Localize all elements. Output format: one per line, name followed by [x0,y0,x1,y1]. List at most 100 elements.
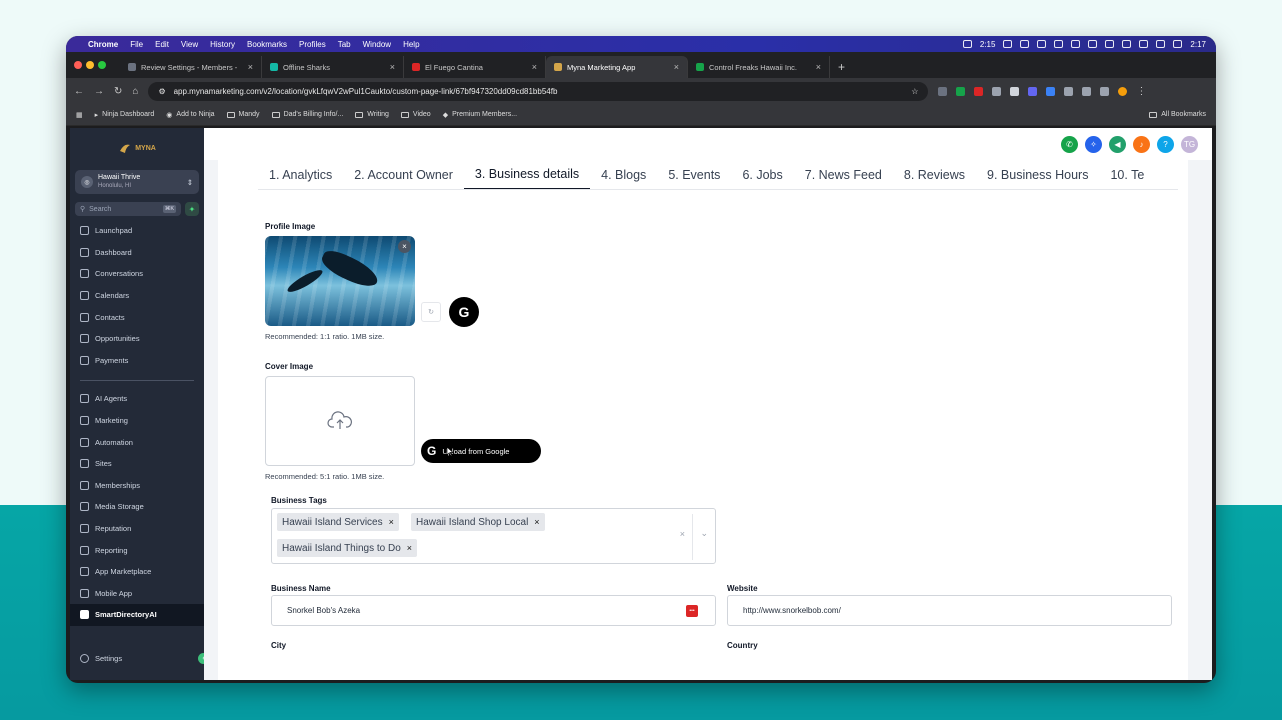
new-tab-button[interactable]: + [830,56,853,78]
reading-list-icon[interactable] [1100,86,1110,96]
sidebar-item-conversations[interactable]: Conversations [70,263,204,285]
wifi-icon[interactable] [1139,40,1149,48]
bookmark-item[interactable]: ▸ Ninja Dashboard [95,111,155,119]
ai-spark-button[interactable]: ✦ [185,202,199,216]
bookmark-star-icon[interactable]: ☆ [911,87,918,96]
remove-tag-icon[interactable]: × [407,543,412,553]
sidebar-item-ai-agents[interactable]: AI Agents [70,388,204,410]
user-avatar[interactable]: TG [1181,135,1198,153]
sidebar-item-launchpad[interactable]: Launchpad [70,220,204,242]
account-switcher[interactable]: ◎ Hawaii Thrive Honolulu, HI ⇕ [75,170,199,194]
sidebar-item-opportunities[interactable]: Opportunities [70,328,204,350]
menu-window[interactable]: Window [363,40,391,49]
status-icon[interactable] [1020,40,1030,48]
sidebar-item-settings[interactable]: Settings [70,648,204,668]
extension-icon[interactable] [992,86,1002,96]
sidebar-item-automation[interactable]: Automation [70,431,204,453]
remove-tag-icon[interactable]: × [534,517,539,527]
sidebar-search-input[interactable]: ⚲ Search ⌘K [75,202,181,216]
profile-image[interactable]: × [265,236,415,326]
menu-profiles[interactable]: Profiles [299,40,326,49]
brand-logo[interactable]: MYNA [70,128,204,168]
close-tab-icon[interactable]: × [674,62,679,72]
status-icon[interactable] [962,40,972,48]
bookmark-folder[interactable]: Mandy [226,111,260,118]
magic-icon[interactable]: ✧ [1085,135,1102,153]
search-icon[interactable] [1122,40,1132,48]
tab-more[interactable]: 10. Te [1099,160,1155,189]
status-icon[interactable] [1037,40,1047,48]
extension-icon[interactable] [974,86,984,96]
google-upload-icon[interactable]: G [449,297,479,327]
cover-image-dropzone[interactable] [265,376,415,466]
sidebar-item-mobile-app[interactable]: Mobile App [70,583,204,605]
sidebar-item-reporting[interactable]: Reporting [70,539,204,561]
sidebar-item-dashboard[interactable]: Dashboard [70,242,204,264]
help-icon[interactable]: ? [1157,135,1174,153]
clear-tags-icon[interactable]: × [680,529,685,539]
status-icon[interactable] [1003,40,1013,48]
dropbox-icon[interactable] [1071,40,1081,48]
menu-app-name[interactable]: Chrome [88,40,118,49]
tab-analytics[interactable]: 1. Analytics [258,160,343,189]
megaphone-icon[interactable]: ◀ [1109,135,1126,153]
menu-history[interactable]: History [210,40,235,49]
close-window-button[interactable] [74,61,82,69]
browser-tab[interactable]: Control Freaks Hawaii Inc. × [688,56,830,78]
bookmark-folder[interactable]: Video [400,111,431,118]
menu-view[interactable]: View [181,40,198,49]
browser-tab[interactable]: Review Settings - Members - × [120,56,262,78]
browser-tab[interactable]: Offline Sharks × [262,56,404,78]
business-name-input[interactable]: Snorkel Bob's Azeka ••• [271,595,716,626]
clock-text[interactable]: 2:17 [1190,40,1206,49]
website-input[interactable]: http://www.snorkelbob.com/ [727,595,1172,626]
puzzle-icon[interactable] [1064,86,1074,96]
extension-icon[interactable] [1010,86,1020,96]
sidebar-item-payments[interactable]: Payments [70,350,204,372]
menu-help[interactable]: Help [403,40,419,49]
battery-icon[interactable] [1156,40,1166,48]
remove-image-icon[interactable]: × [398,240,411,253]
minimize-window-button[interactable] [86,61,94,69]
close-tab-icon[interactable]: × [248,62,253,72]
sidebar-item-app-marketplace[interactable]: App Marketplace [70,561,204,583]
close-tab-icon[interactable]: × [390,62,395,72]
menu-edit[interactable]: Edit [155,40,169,49]
all-bookmarks[interactable]: All Bookmarks [1149,111,1206,118]
home-icon[interactable]: ⌂ [132,86,138,97]
bluetooth-icon[interactable] [1088,40,1098,48]
bookmark-folder[interactable]: Writing [355,111,389,118]
sidebar-item-marketing[interactable]: Marketing [70,410,204,432]
status-icon[interactable] [1054,40,1064,48]
extension-icon[interactable] [1028,86,1038,96]
menu-bookmarks[interactable]: Bookmarks [247,40,287,49]
tab-blogs[interactable]: 4. Blogs [590,160,657,189]
extension-icon[interactable] [938,86,948,96]
reload-icon[interactable]: ↻ [114,86,122,97]
tab-business-details[interactable]: 3. Business details [463,160,591,189]
menu-dots-icon[interactable]: ⋮ [1136,86,1146,97]
bookmark-item[interactable]: ◉ Add to Ninja [166,111,214,119]
address-bar[interactable]: ⚙ app.mynamarketing.com/v2/location/gvkL… [148,81,929,101]
bookmark-item[interactable]: ◆ Premium Members... [443,111,517,119]
sidepanel-icon[interactable] [1082,86,1092,96]
tab-reviews[interactable]: 8. Reviews [893,160,976,189]
tab-business-hours[interactable]: 9. Business Hours [976,160,1099,189]
menu-tab[interactable]: Tab [338,40,351,49]
sidebar-item-reputation[interactable]: Reputation [70,518,204,540]
phone-icon[interactable]: ✆ [1061,135,1078,153]
sidebar-item-media-storage[interactable]: Media Storage [70,496,204,518]
sidebar-item-calendars[interactable]: Calendars [70,285,204,307]
sidebar-item-smartdirectoryai[interactable]: SmartDirectoryAI [70,604,204,626]
tab-news-feed[interactable]: 7. News Feed [794,160,893,189]
back-icon[interactable]: ← [74,86,84,97]
control-center-icon[interactable] [1173,40,1183,48]
site-info-icon[interactable]: ⚙ [158,87,165,96]
tab-jobs[interactable]: 6. Jobs [731,160,793,189]
business-tags-select[interactable]: Hawaii Island Services × Hawaii Island S… [271,508,716,564]
bell-icon[interactable]: ♪ [1133,135,1150,153]
menu-file[interactable]: File [130,40,143,49]
url-text[interactable]: app.mynamarketing.com/v2/location/gvkLfq… [174,87,904,96]
tab-events[interactable]: 5. Events [657,160,731,189]
password-manager-icon[interactable]: ••• [686,605,698,617]
